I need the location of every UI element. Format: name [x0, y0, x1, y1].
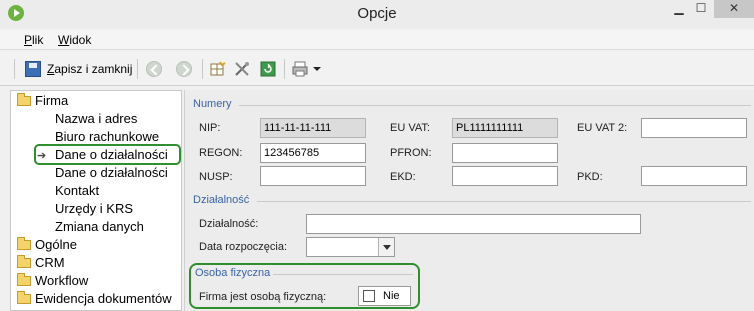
save-close-button[interactable]: Zapisz i zamknij	[25, 59, 132, 79]
wizard-button[interactable]	[210, 59, 226, 79]
folder-icon	[17, 273, 31, 286]
euvat2-label: EU VAT 2:	[577, 122, 628, 134]
menu-bar: Plik Widok	[0, 30, 754, 50]
tree-item-ewidencja-dokumentow[interactable]: Ewidencja dokumentów	[17, 291, 172, 306]
tree-item-nazwa-i-adres[interactable]: Nazwa i adres	[55, 111, 137, 126]
nip-label: NIP:	[199, 122, 221, 134]
tree-item-ogolne[interactable]: Ogólne	[17, 237, 77, 252]
toolbar-grip	[14, 59, 15, 79]
group-title-dzialalnosc: Działalność	[193, 194, 250, 206]
regon-field[interactable]: 123456785	[260, 143, 366, 163]
tree-item-crm[interactable]: CRM	[17, 255, 65, 270]
folder-open-icon	[17, 93, 31, 106]
refresh-icon	[260, 61, 276, 77]
toolbar: Zapisz i zamknij	[0, 52, 754, 86]
tree-item-urzedy-i-krs[interactable]: Urzędy i KRS	[55, 201, 133, 216]
tree-item-biuro-rachunkowe[interactable]: Biuro rachunkowe	[55, 129, 159, 144]
forward-arrow-icon	[176, 61, 192, 77]
pkd-label: PKD:	[577, 171, 603, 183]
menu-widok[interactable]: Widok	[58, 33, 91, 47]
folder-icon	[17, 255, 31, 268]
euvat-field[interactable]: PL1111111111	[452, 118, 558, 138]
back-arrow-icon	[146, 61, 162, 77]
wizard-grid-icon	[210, 61, 226, 76]
nusp-label: NUSP:	[199, 171, 233, 183]
tree-item-zmiana-danych[interactable]: Zmiana danych	[55, 219, 144, 234]
forward-button[interactable]	[176, 59, 192, 79]
pfron-label: PFRON:	[390, 147, 432, 159]
group-title-numery: Numery	[193, 98, 232, 110]
toolbar-separator	[284, 59, 285, 79]
save-disk-icon	[25, 61, 41, 77]
tools-icon	[235, 62, 249, 76]
pkd-field[interactable]	[641, 166, 747, 186]
tree-item-dane-o-dzialalnosci[interactable]: Dane o działalności	[55, 165, 168, 180]
close-button[interactable]: ✕	[714, 0, 754, 18]
dzialalnosc-field[interactable]	[306, 214, 641, 234]
group-divider	[239, 105, 751, 106]
toolbar-separator	[137, 59, 138, 79]
menu-plik[interactable]: Plik	[24, 33, 43, 47]
regon-label: REGON:	[199, 147, 243, 159]
nusp-field[interactable]	[260, 166, 366, 186]
tree-item-kontakt[interactable]: Kontakt	[55, 183, 99, 198]
back-button[interactable]	[146, 59, 162, 79]
title-bar: Opcje ▁ ☐ ✕	[0, 0, 754, 28]
chevron-down-icon[interactable]	[378, 238, 394, 256]
options-tree: Firma Nazwa i adres Biuro rachunkowe ➔ Da…	[10, 90, 182, 311]
toolbar-separator	[202, 59, 203, 79]
euvat2-field[interactable]	[641, 118, 747, 138]
tree-item-firma[interactable]: Firma	[17, 93, 68, 108]
printer-icon	[292, 61, 308, 77]
tools-button[interactable]	[234, 59, 250, 79]
dzialalnosc-label: Działalność:	[199, 218, 259, 230]
window-title: Opcje	[357, 5, 397, 22]
highlight-osoba-fizyczna	[189, 263, 420, 309]
highlight-tree-selection	[34, 144, 181, 165]
print-button[interactable]	[292, 59, 308, 79]
data-rozpoczecia-label: Data rozpoczęcia:	[199, 241, 288, 253]
data-rozpoczecia-select[interactable]	[306, 237, 395, 257]
maximize-button[interactable]: ☐	[688, 0, 714, 18]
ekd-label: EKD:	[390, 171, 416, 183]
nip-field[interactable]: 111-11-11-111	[260, 118, 366, 138]
folder-icon	[17, 237, 31, 250]
euvat-label: EU VAT:	[390, 122, 430, 134]
tree-item-workflow[interactable]: Workflow	[17, 273, 88, 288]
group-divider	[257, 201, 751, 202]
ekd-field[interactable]	[452, 166, 558, 186]
folder-icon	[17, 291, 31, 304]
refresh-button[interactable]	[260, 59, 276, 79]
chevron-down-icon	[313, 67, 321, 71]
print-dropdown-button[interactable]	[313, 59, 321, 79]
main-panel: Numery NIP: 111-11-11-111 EU VAT: PL1111…	[184, 90, 754, 311]
pfron-field[interactable]	[452, 143, 558, 163]
